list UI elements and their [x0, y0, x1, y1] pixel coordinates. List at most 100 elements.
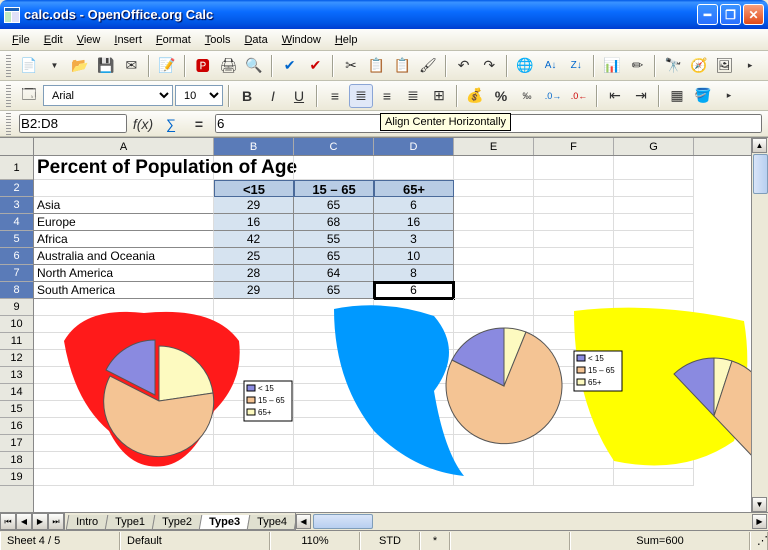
cell[interactable]	[454, 265, 534, 282]
save-button[interactable]: 💾	[94, 54, 118, 78]
cell[interactable]	[534, 401, 614, 418]
cell[interactable]	[294, 333, 374, 350]
row-headers[interactable]: 12345678910111213141516171819	[0, 156, 34, 512]
row-header[interactable]: 8	[0, 282, 33, 299]
underline-button[interactable]: U	[287, 84, 311, 108]
cell[interactable]	[34, 418, 214, 435]
cell[interactable]	[534, 333, 614, 350]
status-mark[interactable]: *	[420, 532, 450, 550]
status-style[interactable]: Default	[120, 532, 270, 550]
standard-format-button[interactable]: ‰	[515, 84, 539, 108]
row-header[interactable]: 5	[0, 231, 33, 248]
cell[interactable]: 10	[374, 248, 454, 265]
cell[interactable]	[374, 401, 454, 418]
cell[interactable]	[534, 231, 614, 248]
menu-file[interactable]: File	[6, 32, 36, 48]
close-button[interactable]: ✕	[743, 4, 764, 25]
row-header[interactable]: 17	[0, 435, 33, 452]
cell[interactable]	[614, 435, 694, 452]
cell[interactable]: 29	[214, 282, 294, 299]
cell[interactable]	[454, 333, 534, 350]
cell[interactable]	[454, 401, 534, 418]
cell[interactable]	[374, 469, 454, 486]
cell[interactable]	[294, 418, 374, 435]
cell[interactable]	[374, 452, 454, 469]
dropdown-arrow-icon[interactable]: ▼	[43, 54, 67, 78]
resize-grip-icon[interactable]: ⋰	[750, 532, 768, 550]
tab-first-icon[interactable]: ⏮	[0, 513, 16, 530]
cell[interactable]	[454, 350, 534, 367]
select-all-corner[interactable]	[0, 138, 34, 156]
increase-indent-button[interactable]: ⇥	[629, 84, 653, 108]
cell[interactable]	[454, 214, 534, 231]
cell[interactable]	[374, 316, 454, 333]
cell[interactable]	[454, 469, 534, 486]
cell[interactable]: <15	[214, 180, 294, 197]
cell[interactable]	[534, 435, 614, 452]
cell[interactable]	[454, 156, 534, 180]
print-button[interactable]: 🖨	[217, 54, 241, 78]
cell[interactable]	[614, 156, 694, 180]
toolbar-grip[interactable]	[6, 55, 11, 77]
column-header[interactable]: E	[454, 138, 534, 155]
sheet-tab[interactable]: Type3	[199, 515, 251, 530]
cell[interactable]: 6	[374, 282, 454, 299]
sheet-tab[interactable]: Type2	[152, 515, 203, 530]
cell[interactable]: Africa	[34, 231, 214, 248]
cell[interactable]	[34, 367, 214, 384]
cell[interactable]	[214, 384, 294, 401]
cell[interactable]	[534, 248, 614, 265]
cell[interactable]	[454, 452, 534, 469]
cell[interactable]: 6	[374, 197, 454, 214]
spellcheck-button[interactable]: ✔	[278, 54, 302, 78]
cell[interactable]	[534, 418, 614, 435]
cell[interactable]	[214, 452, 294, 469]
scroll-left-icon[interactable]: ◀	[296, 514, 311, 529]
column-header[interactable]: D	[374, 138, 454, 155]
edit-doc-button[interactable]: 📝	[155, 54, 179, 78]
cell[interactable]: 15 – 65	[294, 180, 374, 197]
menu-window[interactable]: Window	[276, 32, 327, 48]
horizontal-scrollbar[interactable]: ◀ ▶	[295, 513, 768, 530]
cell[interactable]	[454, 435, 534, 452]
cell[interactable]	[374, 384, 454, 401]
cell[interactable]	[614, 401, 694, 418]
column-header[interactable]: C	[294, 138, 374, 155]
tab-prev-icon[interactable]: ◀	[16, 513, 32, 530]
toolbar-grip[interactable]	[6, 85, 11, 107]
cell[interactable]: 65+	[374, 180, 454, 197]
cell[interactable]	[534, 265, 614, 282]
column-header[interactable]: F	[534, 138, 614, 155]
cell[interactable]	[614, 180, 694, 197]
cell[interactable]	[34, 452, 214, 469]
sheet-tab[interactable]: Type4	[247, 515, 298, 530]
cell[interactable]	[214, 316, 294, 333]
cell[interactable]: 16	[374, 214, 454, 231]
maximize-button[interactable]: ❐	[720, 4, 741, 25]
cell[interactable]	[614, 248, 694, 265]
paste-button[interactable]: 📋	[390, 54, 414, 78]
scroll-thumb[interactable]	[753, 154, 768, 194]
row-header[interactable]: 1	[0, 156, 33, 180]
align-left-button[interactable]: ≡	[323, 84, 347, 108]
cell[interactable]	[534, 214, 614, 231]
cell[interactable]	[614, 265, 694, 282]
cell[interactable]: Australia and Oceania	[34, 248, 214, 265]
email-button[interactable]: ✉	[120, 54, 144, 78]
cells-grid[interactable]: Percent of Population of Age<1515 – 6565…	[34, 156, 751, 512]
row-header[interactable]: 18	[0, 452, 33, 469]
scroll-up-icon[interactable]: ▲	[752, 138, 767, 153]
cell[interactable]	[614, 197, 694, 214]
cell[interactable]	[614, 418, 694, 435]
font-name-select[interactable]: Arial	[43, 85, 173, 106]
cell[interactable]: 64	[294, 265, 374, 282]
cell[interactable]: 28	[214, 265, 294, 282]
row-header[interactable]: 10	[0, 316, 33, 333]
row-header[interactable]: 16	[0, 418, 33, 435]
column-header[interactable]: G	[614, 138, 694, 155]
cell[interactable]: 16	[214, 214, 294, 231]
cell[interactable]	[294, 367, 374, 384]
cell[interactable]	[294, 401, 374, 418]
cell[interactable]	[614, 350, 694, 367]
align-center-button[interactable]: ≣	[349, 84, 373, 108]
